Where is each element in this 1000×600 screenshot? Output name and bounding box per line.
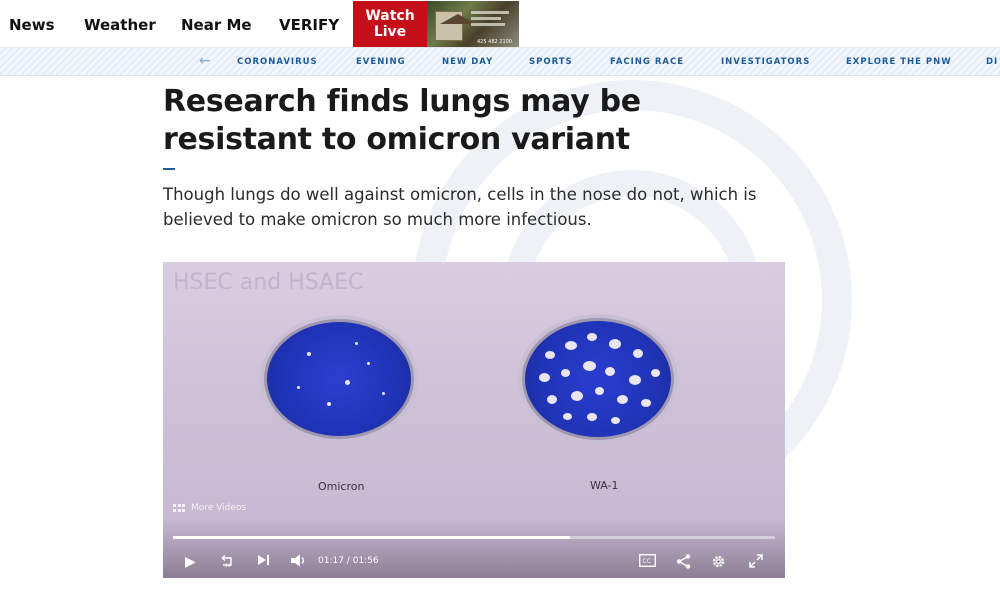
video-progress-bar[interactable] xyxy=(173,536,775,539)
nav-near-me[interactable]: Near Me xyxy=(181,16,252,34)
more-videos-button[interactable]: More Videos xyxy=(173,503,246,513)
replay-10-icon[interactable]: 10 xyxy=(219,554,235,572)
video-player[interactable]: HSEC and HSAEC Omicron WA-1 More Videos … xyxy=(163,262,785,578)
nav-weather[interactable]: Weather xyxy=(84,16,156,34)
watch-live-button[interactable]: Watch Live xyxy=(353,1,427,47)
advertisement-banner[interactable]: 425 482 2100 xyxy=(427,1,519,47)
label-wa1: WA-1 xyxy=(590,479,619,492)
play-icon[interactable]: ▶ xyxy=(185,554,196,570)
more-videos-label: More Videos xyxy=(191,503,247,513)
nav-news[interactable]: News xyxy=(9,16,55,34)
section-sports[interactable]: SPORTS xyxy=(529,57,573,67)
cc-icon[interactable]: CC xyxy=(638,553,657,571)
volume-icon[interactable] xyxy=(290,554,308,571)
petri-dish-omicron xyxy=(264,319,414,439)
grid-icon xyxy=(173,504,185,512)
section-more[interactable]: DI xyxy=(986,57,998,67)
section-new-day[interactable]: NEW DAY xyxy=(442,57,493,67)
video-faded-caption: HSEC and HSAEC xyxy=(173,270,364,295)
article-headline: Research finds lungs may be resistant to… xyxy=(163,84,641,157)
settings-icon[interactable] xyxy=(711,554,726,573)
section-navigation: ← CORONAVIRUS EVENING NEW DAY SPORTS FAC… xyxy=(0,48,1000,76)
video-time: 01:17 / 01:56 xyxy=(318,556,379,566)
section-investigators[interactable]: INVESTIGATORS xyxy=(721,57,810,67)
svg-text:CC: CC xyxy=(643,558,651,565)
fullscreen-icon[interactable] xyxy=(749,554,763,572)
watch-live-label: Watch Live xyxy=(365,8,415,40)
nav-verify[interactable]: VERIFY xyxy=(279,16,339,34)
petri-dish-wa1 xyxy=(522,318,674,440)
headline-divider xyxy=(163,168,175,170)
top-navigation: News Weather Near Me VERIFY Watch Live 4… xyxy=(0,0,1000,48)
section-coronavirus[interactable]: CORONAVIRUS xyxy=(237,57,318,67)
section-facing-race[interactable]: FACING RACE xyxy=(610,57,684,67)
share-icon[interactable] xyxy=(676,554,691,573)
section-explore-the-pnw[interactable]: EXPLORE THE PNW xyxy=(846,57,952,67)
progress-fill xyxy=(173,536,571,539)
label-omicron: Omicron xyxy=(318,480,365,493)
ad-phone: 425 482 2100 xyxy=(477,39,512,45)
article-summary: Though lungs do well against omicron, ce… xyxy=(163,185,757,229)
section-evening[interactable]: EVENING xyxy=(356,57,406,67)
next-icon[interactable] xyxy=(257,554,271,570)
ad-house-image xyxy=(435,11,476,41)
svg-text:10: 10 xyxy=(225,563,231,568)
arrow-left-icon[interactable]: ← xyxy=(199,53,211,69)
